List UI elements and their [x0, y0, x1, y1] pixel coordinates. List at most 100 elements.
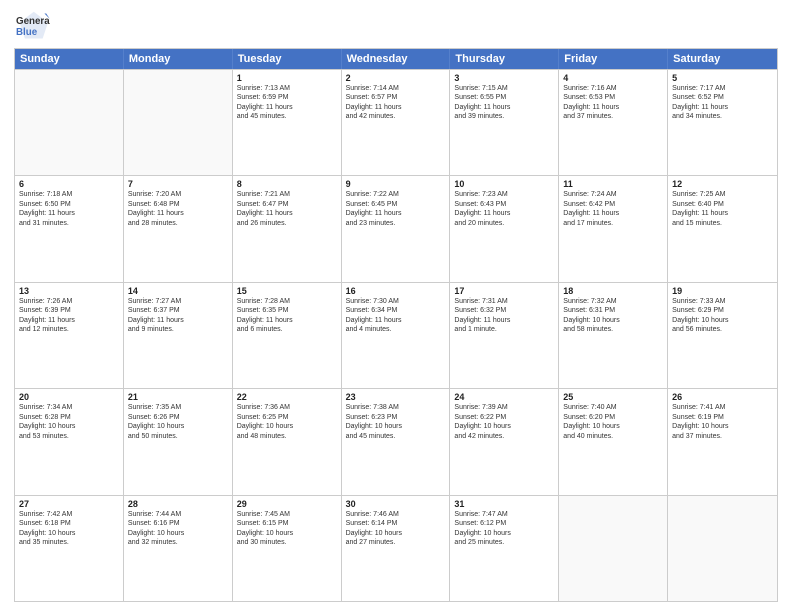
cell-info-line: Sunset: 6:25 PM	[237, 413, 337, 422]
day-cell-23: 23Sunrise: 7:38 AMSunset: 6:23 PMDayligh…	[342, 389, 451, 494]
empty-cell-r0c1	[124, 70, 233, 175]
cell-info-line: Sunset: 6:29 PM	[672, 306, 773, 315]
cell-info-line: Sunset: 6:14 PM	[346, 519, 446, 528]
day-number: 15	[237, 286, 337, 296]
cell-info-line: Sunrise: 7:38 AM	[346, 403, 446, 412]
day-cell-19: 19Sunrise: 7:33 AMSunset: 6:29 PMDayligh…	[668, 283, 777, 388]
cell-info-line: Sunset: 6:31 PM	[563, 306, 663, 315]
day-number: 29	[237, 499, 337, 509]
cell-info-line: Sunrise: 7:35 AM	[128, 403, 228, 412]
cell-info-line: Sunset: 6:12 PM	[454, 519, 554, 528]
day-number: 13	[19, 286, 119, 296]
cell-info-line: Sunrise: 7:15 AM	[454, 84, 554, 93]
cell-info-line: and 56 minutes.	[672, 325, 773, 334]
cell-info-line: Sunrise: 7:39 AM	[454, 403, 554, 412]
day-number: 16	[346, 286, 446, 296]
cell-info-line: and 25 minutes.	[454, 538, 554, 547]
day-cell-12: 12Sunrise: 7:25 AMSunset: 6:40 PMDayligh…	[668, 176, 777, 281]
cell-info-line: Daylight: 10 hours	[346, 422, 446, 431]
cell-info-line: Sunrise: 7:33 AM	[672, 297, 773, 306]
day-number: 20	[19, 392, 119, 402]
day-number: 1	[237, 73, 337, 83]
day-number: 5	[672, 73, 773, 83]
calendar-body: 1Sunrise: 7:13 AMSunset: 6:59 PMDaylight…	[15, 69, 777, 601]
cell-info-line: Sunrise: 7:41 AM	[672, 403, 773, 412]
cell-info-line: Sunrise: 7:17 AM	[672, 84, 773, 93]
day-header-saturday: Saturday	[668, 49, 777, 69]
cell-info-line: Sunrise: 7:32 AM	[563, 297, 663, 306]
cell-info-line: Sunset: 6:22 PM	[454, 413, 554, 422]
cell-info-line: and 48 minutes.	[237, 432, 337, 441]
day-cell-11: 11Sunrise: 7:24 AMSunset: 6:42 PMDayligh…	[559, 176, 668, 281]
day-cell-2: 2Sunrise: 7:14 AMSunset: 6:57 PMDaylight…	[342, 70, 451, 175]
cell-info-line: Sunrise: 7:20 AM	[128, 190, 228, 199]
cell-info-line: Sunrise: 7:42 AM	[19, 510, 119, 519]
svg-text:General: General	[16, 16, 50, 27]
day-cell-10: 10Sunrise: 7:23 AMSunset: 6:43 PMDayligh…	[450, 176, 559, 281]
logo: General Blue	[14, 10, 50, 42]
cell-info-line: and 35 minutes.	[19, 538, 119, 547]
cell-info-line: Sunrise: 7:14 AM	[346, 84, 446, 93]
cell-info-line: Daylight: 11 hours	[672, 209, 773, 218]
day-cell-31: 31Sunrise: 7:47 AMSunset: 6:12 PMDayligh…	[450, 496, 559, 601]
day-cell-30: 30Sunrise: 7:46 AMSunset: 6:14 PMDayligh…	[342, 496, 451, 601]
day-cell-27: 27Sunrise: 7:42 AMSunset: 6:18 PMDayligh…	[15, 496, 124, 601]
cell-info-line: Sunrise: 7:27 AM	[128, 297, 228, 306]
empty-cell-r4c5	[559, 496, 668, 601]
day-number: 28	[128, 499, 228, 509]
header: General Blue	[14, 10, 778, 42]
cell-info-line: and 30 minutes.	[237, 538, 337, 547]
cell-info-line: Daylight: 11 hours	[19, 316, 119, 325]
day-cell-22: 22Sunrise: 7:36 AMSunset: 6:25 PMDayligh…	[233, 389, 342, 494]
cell-info-line: Daylight: 11 hours	[237, 316, 337, 325]
cell-info-line: and 42 minutes.	[454, 432, 554, 441]
day-header-wednesday: Wednesday	[342, 49, 451, 69]
cell-info-line: Sunset: 6:16 PM	[128, 519, 228, 528]
cell-info-line: Daylight: 11 hours	[454, 103, 554, 112]
cell-info-line: and 20 minutes.	[454, 219, 554, 228]
empty-cell-r4c6	[668, 496, 777, 601]
cell-info-line: and 40 minutes.	[563, 432, 663, 441]
day-cell-24: 24Sunrise: 7:39 AMSunset: 6:22 PMDayligh…	[450, 389, 559, 494]
cell-info-line: Sunset: 6:34 PM	[346, 306, 446, 315]
day-cell-25: 25Sunrise: 7:40 AMSunset: 6:20 PMDayligh…	[559, 389, 668, 494]
empty-cell-r0c0	[15, 70, 124, 175]
day-cell-5: 5Sunrise: 7:17 AMSunset: 6:52 PMDaylight…	[668, 70, 777, 175]
cell-info-line: Sunset: 6:28 PM	[19, 413, 119, 422]
cell-info-line: Sunset: 6:57 PM	[346, 93, 446, 102]
day-cell-21: 21Sunrise: 7:35 AMSunset: 6:26 PMDayligh…	[124, 389, 233, 494]
cell-info-line: Sunrise: 7:23 AM	[454, 190, 554, 199]
cell-info-line: and 17 minutes.	[563, 219, 663, 228]
day-number: 14	[128, 286, 228, 296]
cell-info-line: Sunset: 6:18 PM	[19, 519, 119, 528]
cell-info-line: Daylight: 11 hours	[128, 209, 228, 218]
cell-info-line: Sunrise: 7:45 AM	[237, 510, 337, 519]
cell-info-line: Sunrise: 7:28 AM	[237, 297, 337, 306]
cell-info-line: Sunset: 6:53 PM	[563, 93, 663, 102]
day-number: 30	[346, 499, 446, 509]
day-header-monday: Monday	[124, 49, 233, 69]
cell-info-line: Daylight: 10 hours	[19, 422, 119, 431]
day-number: 18	[563, 286, 663, 296]
cell-info-line: Sunset: 6:42 PM	[563, 200, 663, 209]
cell-info-line: and 6 minutes.	[237, 325, 337, 334]
calendar-row-2: 13Sunrise: 7:26 AMSunset: 6:39 PMDayligh…	[15, 282, 777, 388]
cell-info-line: Daylight: 11 hours	[672, 103, 773, 112]
cell-info-line: Sunset: 6:40 PM	[672, 200, 773, 209]
cell-info-line: Sunrise: 7:21 AM	[237, 190, 337, 199]
cell-info-line: Daylight: 10 hours	[454, 529, 554, 538]
day-cell-8: 8Sunrise: 7:21 AMSunset: 6:47 PMDaylight…	[233, 176, 342, 281]
day-number: 26	[672, 392, 773, 402]
day-header-sunday: Sunday	[15, 49, 124, 69]
day-number: 24	[454, 392, 554, 402]
cell-info-line: Sunrise: 7:26 AM	[19, 297, 119, 306]
calendar-header: SundayMondayTuesdayWednesdayThursdayFrid…	[15, 49, 777, 69]
cell-info-line: Sunset: 6:20 PM	[563, 413, 663, 422]
day-number: 27	[19, 499, 119, 509]
calendar-row-3: 20Sunrise: 7:34 AMSunset: 6:28 PMDayligh…	[15, 388, 777, 494]
cell-info-line: Sunrise: 7:31 AM	[454, 297, 554, 306]
cell-info-line: and 28 minutes.	[128, 219, 228, 228]
cell-info-line: Daylight: 10 hours	[237, 422, 337, 431]
day-number: 23	[346, 392, 446, 402]
logo-icon: General Blue	[14, 10, 50, 42]
